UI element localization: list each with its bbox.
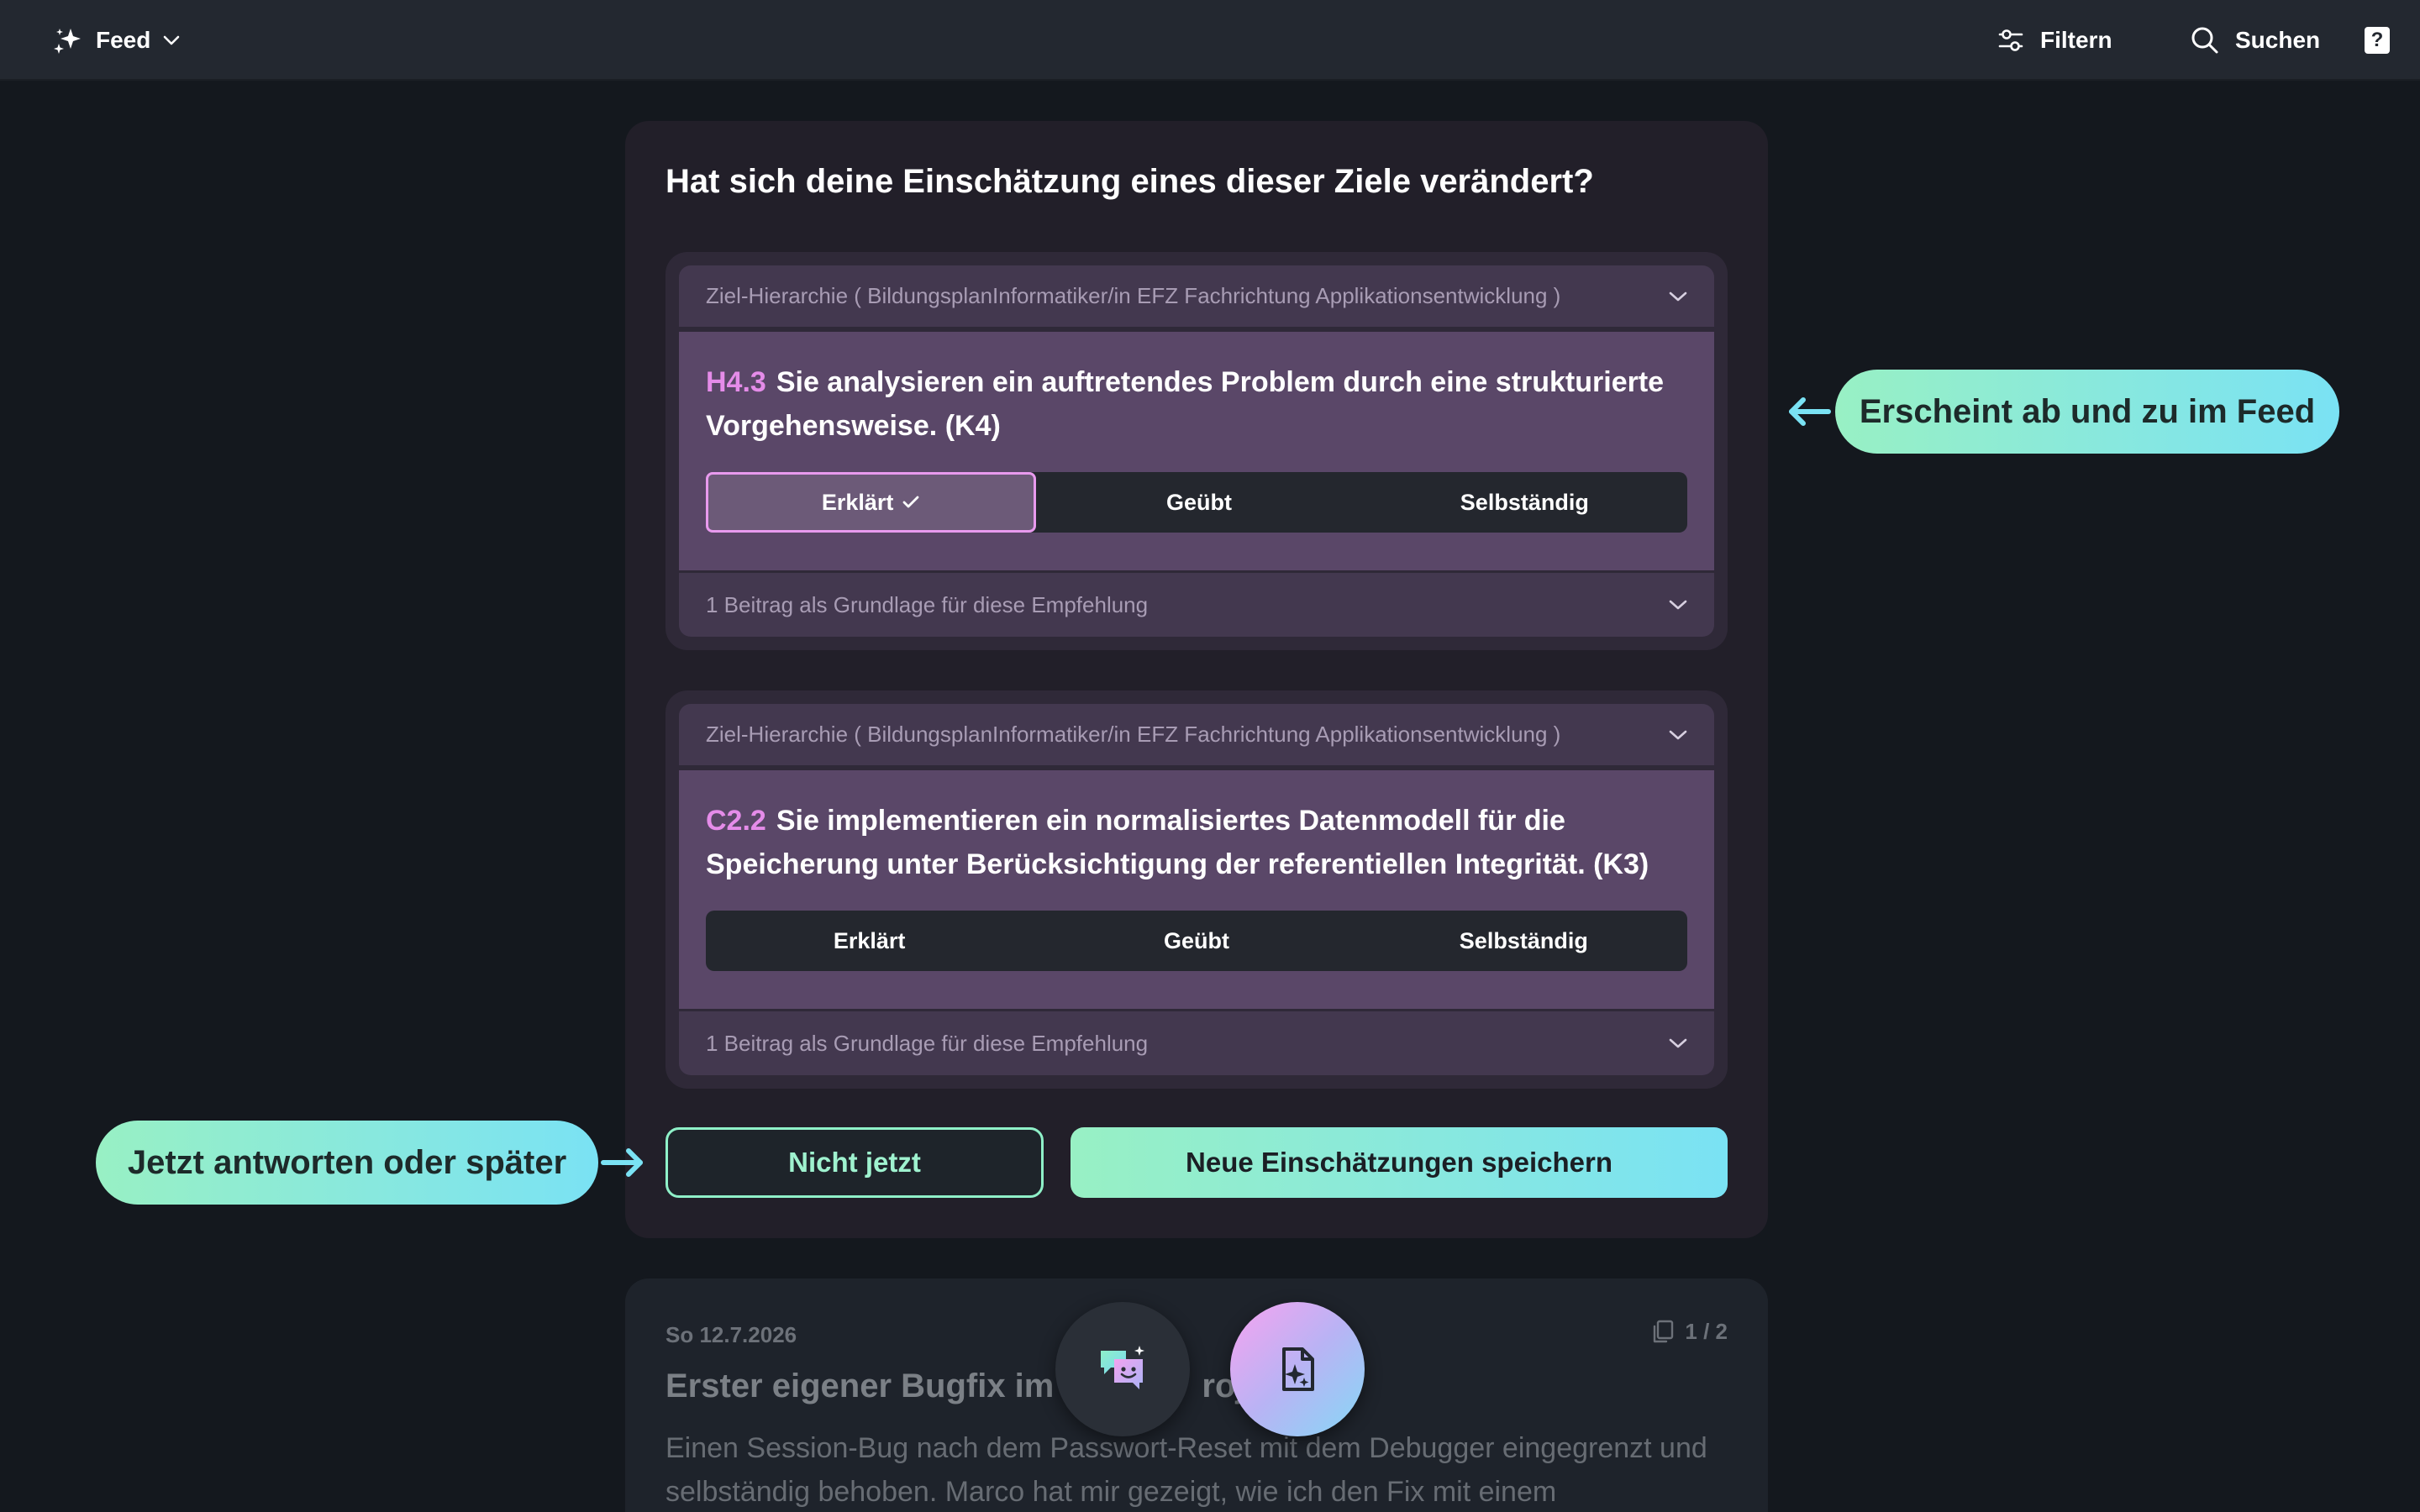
- entry-count-label: 1 / 2: [1685, 1319, 1728, 1344]
- goal-body: C2.2 Sie implementieren ein normalisierte…: [679, 770, 1714, 1009]
- annotation-feed-appearance: Erscheint ab und zu im Feed: [1835, 370, 2339, 454]
- assessment-selector: Erklärt Geübt Selbständig: [706, 472, 1687, 533]
- entry-page-count: 1 / 2: [1651, 1319, 1728, 1345]
- copy-pages-icon: [1654, 1320, 1674, 1342]
- page: Feed Filtern Suchen ? Erscheint ab und z…: [0, 0, 2420, 1512]
- goal-hierarchy-toggle[interactable]: Ziel-Hierarchie ( BildungsplanInformatik…: [679, 704, 1714, 768]
- assessment-selector: Erklärt Geübt Selbständig: [706, 911, 1687, 971]
- feed-menu-button[interactable]: Feed: [50, 22, 181, 59]
- basis-posts-toggle[interactable]: 1 Beitrag als Grundlage für diese Empfeh…: [679, 573, 1714, 637]
- goal-item: Ziel-Hierarchie ( BildungsplanInformatik…: [666, 252, 1728, 650]
- option-label: Erklärt: [833, 927, 906, 953]
- new-entry-button[interactable]: [1230, 1302, 1365, 1436]
- self-assessment-card: Hat sich deine Einschätzung eines dieser…: [625, 121, 1768, 1238]
- top-bar: Feed Filtern Suchen ?: [0, 0, 2420, 81]
- goal-text: Sie implementieren ein normalisiertes Da…: [706, 805, 1649, 880]
- sparkles-icon: [54, 29, 81, 54]
- card-title: Hat sich deine Einschätzung eines dieser…: [666, 163, 1594, 200]
- check-icon: [903, 496, 919, 508]
- sliders-icon: [1998, 29, 2023, 51]
- goal-description: H4.3 Sie analysieren ein auftretendes Pro…: [706, 360, 1689, 448]
- goal-code: H4.3: [706, 366, 766, 398]
- option-label: Selbständig: [1460, 489, 1589, 515]
- goal-code: C2.2: [706, 805, 766, 837]
- annotation-answer-now-or-later: Jetzt antworten oder später: [96, 1121, 598, 1205]
- chevron-down-icon: [1669, 1038, 1687, 1048]
- entry-text: Einen Session-Bug nach dem Passwort-Rese…: [666, 1432, 1707, 1508]
- chevron-down-icon: [164, 35, 180, 45]
- document-sparkle-icon: [1282, 1347, 1314, 1391]
- not-now-button[interactable]: Nicht jetzt: [666, 1127, 1044, 1198]
- basis-posts-label: 1 Beitrag als Grundlage für diese Empfeh…: [706, 1030, 1149, 1056]
- option-geuebt[interactable]: Geübt: [1033, 911, 1360, 971]
- chevron-down-icon: [1669, 291, 1687, 301]
- chevron-down-icon: [1669, 730, 1687, 739]
- option-label: Geübt: [1163, 927, 1229, 953]
- feed-label: Feed: [96, 27, 151, 53]
- search-button[interactable]: Suchen: [2190, 22, 2320, 59]
- option-label: Selbständig: [1459, 927, 1588, 953]
- search-icon: [2191, 27, 2218, 54]
- arrow-left-icon: [1789, 397, 1831, 426]
- feed-entry-card[interactable]: So 12.7.2026 1 / 2 Erster eigener Bugfix…: [625, 1278, 1768, 1512]
- chat-smile-icon: [1101, 1346, 1144, 1389]
- goal-hierarchy-toggle[interactable]: Ziel-Hierarchie ( BildungsplanInformatik…: [679, 265, 1714, 329]
- chat-button[interactable]: [1055, 1302, 1190, 1436]
- filter-button[interactable]: Filtern: [1996, 22, 2112, 59]
- option-erklaert[interactable]: Erklärt: [706, 911, 1033, 971]
- search-label: Suchen: [2235, 27, 2321, 53]
- goal-description: C2.2 Sie implementieren ein normalisierte…: [706, 799, 1689, 886]
- option-geuebt[interactable]: Geübt: [1036, 472, 1361, 533]
- option-erklaert[interactable]: Erklärt: [706, 472, 1037, 533]
- filter-label: Filtern: [2040, 27, 2112, 53]
- entry-date: So 12.7.2026: [666, 1322, 797, 1347]
- option-selbstaendig[interactable]: Selbständig: [1362, 472, 1687, 533]
- goal-body: H4.3 Sie analysieren ein auftretendes Pro…: [679, 332, 1714, 570]
- entry-title-start: Erster eigener Bugfix im K: [666, 1368, 1088, 1404]
- option-label: Geübt: [1165, 489, 1232, 515]
- goal-text: Sie analysieren ein auftretendes Problem…: [706, 366, 1665, 442]
- arrow-right-icon: [601, 1148, 643, 1177]
- goal-hierarchy-label: Ziel-Hierarchie ( BildungsplanInformatik…: [706, 722, 1561, 747]
- goal-item: Ziel-Hierarchie ( BildungsplanInformatik…: [666, 690, 1728, 1089]
- help-icon[interactable]: ?: [2365, 27, 2390, 54]
- save-assessments-button[interactable]: Neue Einschätzungen speichern: [1071, 1127, 1728, 1198]
- chevron-down-icon: [1669, 600, 1687, 610]
- goal-hierarchy-label: Ziel-Hierarchie ( BildungsplanInformatik…: [706, 283, 1561, 308]
- basis-posts-label: 1 Beitrag als Grundlage für diese Empfeh…: [706, 591, 1149, 617]
- option-label: Erklärt: [821, 489, 894, 515]
- option-selbstaendig[interactable]: Selbständig: [1360, 911, 1687, 971]
- basis-posts-toggle[interactable]: 1 Beitrag als Grundlage für diese Empfeh…: [679, 1011, 1714, 1075]
